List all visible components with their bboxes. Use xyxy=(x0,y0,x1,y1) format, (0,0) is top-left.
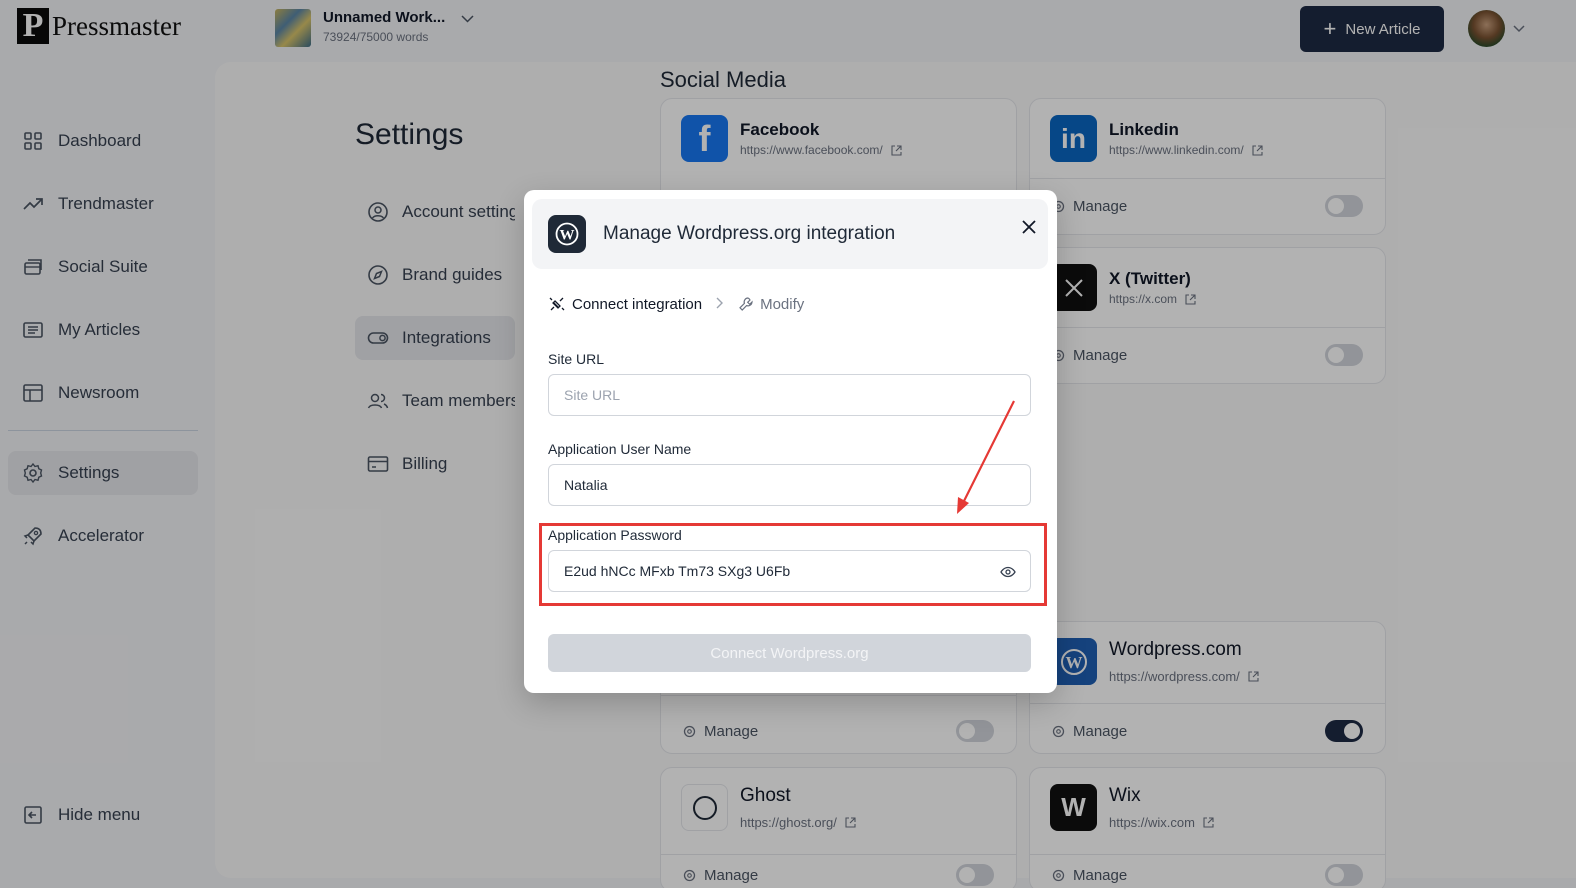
chevron-right-icon xyxy=(716,296,724,312)
manage-integration-modal: W Manage Wordpress.org integration Conne… xyxy=(524,190,1057,693)
username-value: Natalia xyxy=(564,477,608,493)
wordpress-icon: W xyxy=(548,215,586,253)
connect-wordpress-button[interactable]: Connect Wordpress.org xyxy=(548,634,1031,672)
step-breadcrumb: Connect integration Modify xyxy=(548,295,804,313)
step-connect-integration[interactable]: Connect integration xyxy=(548,295,702,313)
site-url-placeholder: Site URL xyxy=(564,387,621,403)
step-label: Connect integration xyxy=(572,295,703,313)
step-label: Modify xyxy=(760,295,805,313)
password-input[interactable]: E2ud hNCc MFxb Tm73 SXg3 U6Fb xyxy=(548,550,1031,592)
password-value: E2ud hNCc MFxb Tm73 SXg3 U6Fb xyxy=(564,563,791,579)
svg-text:W: W xyxy=(560,228,575,244)
eye-icon[interactable] xyxy=(1000,564,1016,580)
password-label: Application Password xyxy=(548,527,682,543)
close-icon[interactable] xyxy=(1015,213,1043,241)
site-url-input[interactable]: Site URL xyxy=(548,374,1031,416)
modal-header: W Manage Wordpress.org integration xyxy=(532,199,1048,269)
step-modify[interactable]: Modify xyxy=(738,296,804,313)
username-input[interactable]: Natalia xyxy=(548,464,1031,506)
wrench-icon xyxy=(739,297,753,311)
plug-icon xyxy=(549,297,565,311)
username-label: Application User Name xyxy=(548,441,692,457)
connect-label: Connect Wordpress.org xyxy=(710,644,869,662)
site-url-label: Site URL xyxy=(548,351,605,367)
modal-title: Manage Wordpress.org integration xyxy=(603,223,896,244)
